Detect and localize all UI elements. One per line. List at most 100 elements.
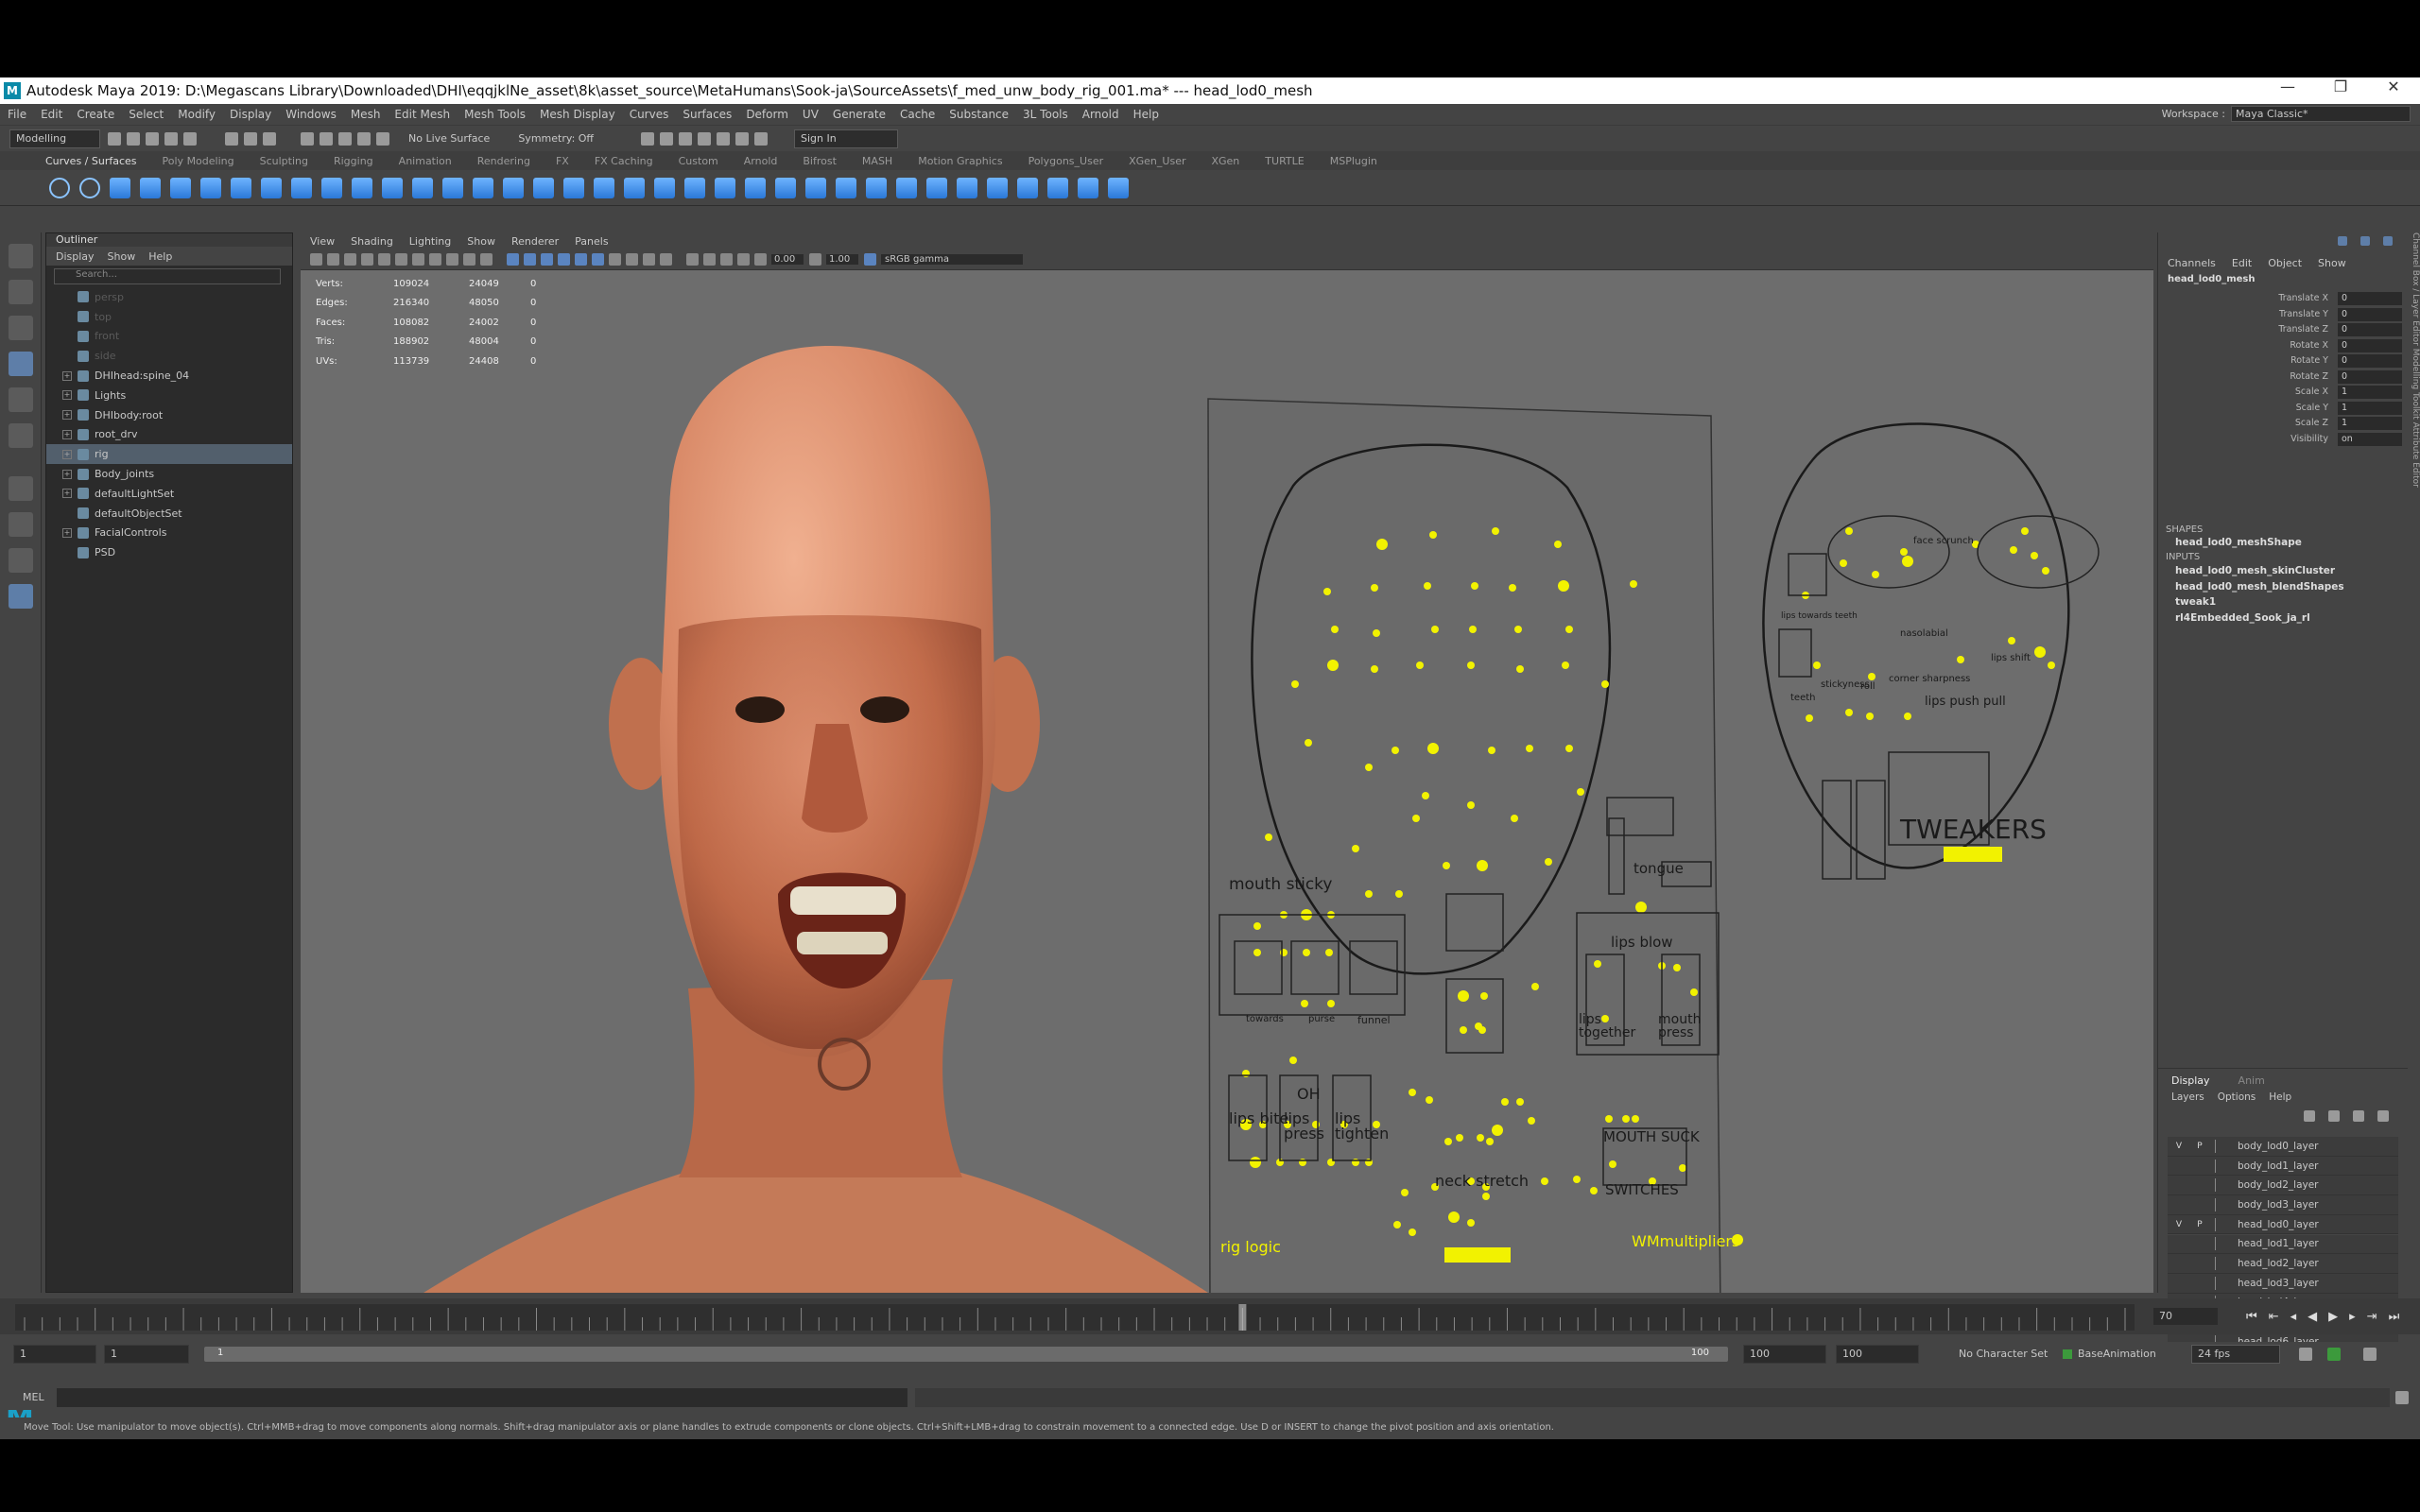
layer-row[interactable]: V Pbody_lod0_layer <box>2168 1137 2398 1157</box>
rig-control-dot[interactable] <box>1412 815 1420 822</box>
attribute-name[interactable]: Translate X <box>2278 293 2328 303</box>
rig-control-dot[interactable] <box>1429 531 1437 539</box>
attribute-value[interactable]: 0 <box>2338 292 2402 305</box>
rig-control-dot[interactable] <box>1469 626 1477 633</box>
rig-control-dot[interactable] <box>1679 1164 1686 1172</box>
layer-playback-toggle[interactable]: P <box>2190 1142 2209 1151</box>
bevel-icon[interactable] <box>836 177 856 198</box>
rig-control-dot[interactable] <box>1303 949 1310 956</box>
menu-curves[interactable]: Curves <box>630 108 669 121</box>
planar-icon[interactable] <box>715 177 735 198</box>
rig-control-dot[interactable] <box>1422 792 1429 799</box>
menu-3l-tools[interactable]: 3L Tools <box>1023 108 1068 121</box>
gate-mask-icon[interactable] <box>429 253 441 266</box>
image-plane-icon[interactable] <box>361 253 373 266</box>
minimize-button[interactable]: — <box>2261 77 2314 95</box>
nurbs-sphere-icon[interactable] <box>473 177 493 198</box>
live-surface-field[interactable]: No Live Surface <box>408 132 490 145</box>
rig-control-dot[interactable] <box>1516 665 1524 673</box>
rig-control-dot[interactable] <box>1565 745 1573 752</box>
layer-menu-layers[interactable]: Layers <box>2171 1091 2204 1103</box>
side-tabs[interactable]: Channel Box / Layer Editor Modelling Too… <box>2409 232 2420 988</box>
expand-icon[interactable]: + <box>62 527 72 538</box>
layer-row[interactable]: V Phead_lod0_layer <box>2168 1214 2398 1235</box>
attribute-name[interactable]: Scale Y <box>2296 403 2328 413</box>
menu-set-dropdown[interactable]: Modelling <box>9 129 100 148</box>
select-camera-icon[interactable] <box>310 253 322 266</box>
menu-cache[interactable]: Cache <box>900 108 935 121</box>
layer-color-swatch[interactable] <box>2215 1237 2230 1251</box>
rig-control-dot[interactable] <box>2048 662 2055 669</box>
colorspace-dropdown[interactable]: sRGB gamma <box>881 254 1023 265</box>
rig-control-dot[interactable] <box>1480 992 1488 1000</box>
anim-layer-dropdown[interactable]: BaseAnimation <box>2078 1348 2156 1360</box>
scale-tool-icon[interactable] <box>9 423 33 448</box>
rig-control-dot[interactable] <box>1352 1159 1359 1166</box>
ambient-occlusion-icon[interactable] <box>609 253 621 266</box>
shelf-tab-poly-modeling[interactable]: Poly Modeling <box>163 155 234 167</box>
rig-control-dot[interactable] <box>1565 626 1573 633</box>
rig-control-dot[interactable] <box>1427 743 1439 754</box>
attribute-value[interactable]: 0 <box>2338 307 2402 321</box>
layer-color-swatch[interactable] <box>2215 1139 2230 1153</box>
rig-control-dot[interactable] <box>1250 1157 1261 1168</box>
trim-icon[interactable] <box>896 177 917 198</box>
rig-control-dot[interactable] <box>1365 1159 1373 1166</box>
shape-node[interactable]: head_lod0_meshShape <box>2175 537 2302 548</box>
tool-settings-toggle-icon[interactable] <box>2383 236 2393 246</box>
move-tool-icon[interactable] <box>9 352 33 376</box>
shelf-tab-msplugin[interactable]: MSPlugin <box>1330 155 1377 167</box>
outliner-item[interactable]: + rig <box>46 444 292 465</box>
resolution-gate-icon[interactable] <box>412 253 424 266</box>
input-node[interactable]: tweak1 <box>2175 596 2216 608</box>
rig-control-dot[interactable] <box>1376 539 1388 550</box>
outliner-item[interactable]: + DHIhead:spine_04 <box>46 366 292 386</box>
attribute-name[interactable]: Rotate X <box>2290 340 2328 351</box>
viewport-menu-show[interactable]: Show <box>467 235 495 248</box>
rig-control-dot[interactable] <box>1622 1115 1630 1123</box>
render-settings-icon[interactable] <box>679 131 693 146</box>
wireframe-icon[interactable] <box>507 253 519 266</box>
save-scene-icon[interactable] <box>146 131 159 146</box>
rebuild-surface-icon[interactable] <box>1017 177 1038 198</box>
menu-substance[interactable]: Substance <box>949 108 1009 121</box>
expand-icon[interactable]: + <box>62 410 72 421</box>
expand-icon[interactable]: + <box>62 370 72 381</box>
rebuild-curve-icon[interactable] <box>382 177 403 198</box>
playback-end-field[interactable]: 100 <box>1743 1345 1826 1364</box>
layer-tab-anim[interactable]: Anim <box>2238 1074 2265 1087</box>
channel-box-menu-channels[interactable]: Channels <box>2168 257 2216 269</box>
rig-control-dot[interactable] <box>1305 739 1312 747</box>
shelf-tab-sculpting[interactable]: Sculpting <box>260 155 308 167</box>
wireframe-on-shaded-icon[interactable] <box>541 253 553 266</box>
bookmark-icon[interactable] <box>344 253 356 266</box>
step-back-key-icon[interactable]: ⇤ <box>2269 1310 2279 1324</box>
menu-edit[interactable]: Edit <box>41 108 62 121</box>
rig-control-dot[interactable] <box>1902 556 1913 567</box>
rig-control-dot[interactable] <box>1475 1022 1482 1030</box>
open-scene-icon[interactable] <box>127 131 140 146</box>
rig-control-dot[interactable] <box>1289 1057 1297 1064</box>
layer-color-swatch[interactable] <box>2215 1257 2230 1271</box>
rig-control-dot[interactable] <box>1253 949 1261 956</box>
outliner-item[interactable]: side <box>46 346 292 366</box>
menu-select[interactable]: Select <box>129 108 164 121</box>
rig-control-dot[interactable] <box>1280 949 1288 956</box>
layer-row[interactable]: head_lod2_layer <box>2168 1254 2398 1274</box>
rig-control-dot[interactable] <box>1448 1211 1460 1223</box>
attribute-value[interactable]: 1 <box>2338 417 2402 430</box>
select-component-icon[interactable] <box>263 131 276 146</box>
viewport-menu-renderer[interactable]: Renderer <box>511 235 559 248</box>
color-management-icon[interactable] <box>864 253 876 266</box>
shelf-tab-rendering[interactable]: Rendering <box>477 155 530 167</box>
rig-control-dot[interactable] <box>1265 833 1272 841</box>
rig-control-dot[interactable] <box>1253 922 1261 930</box>
menu-modify[interactable]: Modify <box>178 108 216 121</box>
shelf-tab-arnold[interactable]: Arnold <box>744 155 778 167</box>
layer-row[interactable]: body_lod1_layer <box>2168 1156 2398 1177</box>
rig-control-dot[interactable] <box>1477 860 1488 871</box>
go-to-start-icon[interactable]: ⏮ <box>2246 1310 2257 1324</box>
rig-control-dot[interactable] <box>2042 567 2049 575</box>
stitch-icon[interactable] <box>1047 177 1068 198</box>
rig-control-dot[interactable] <box>1845 527 1853 535</box>
